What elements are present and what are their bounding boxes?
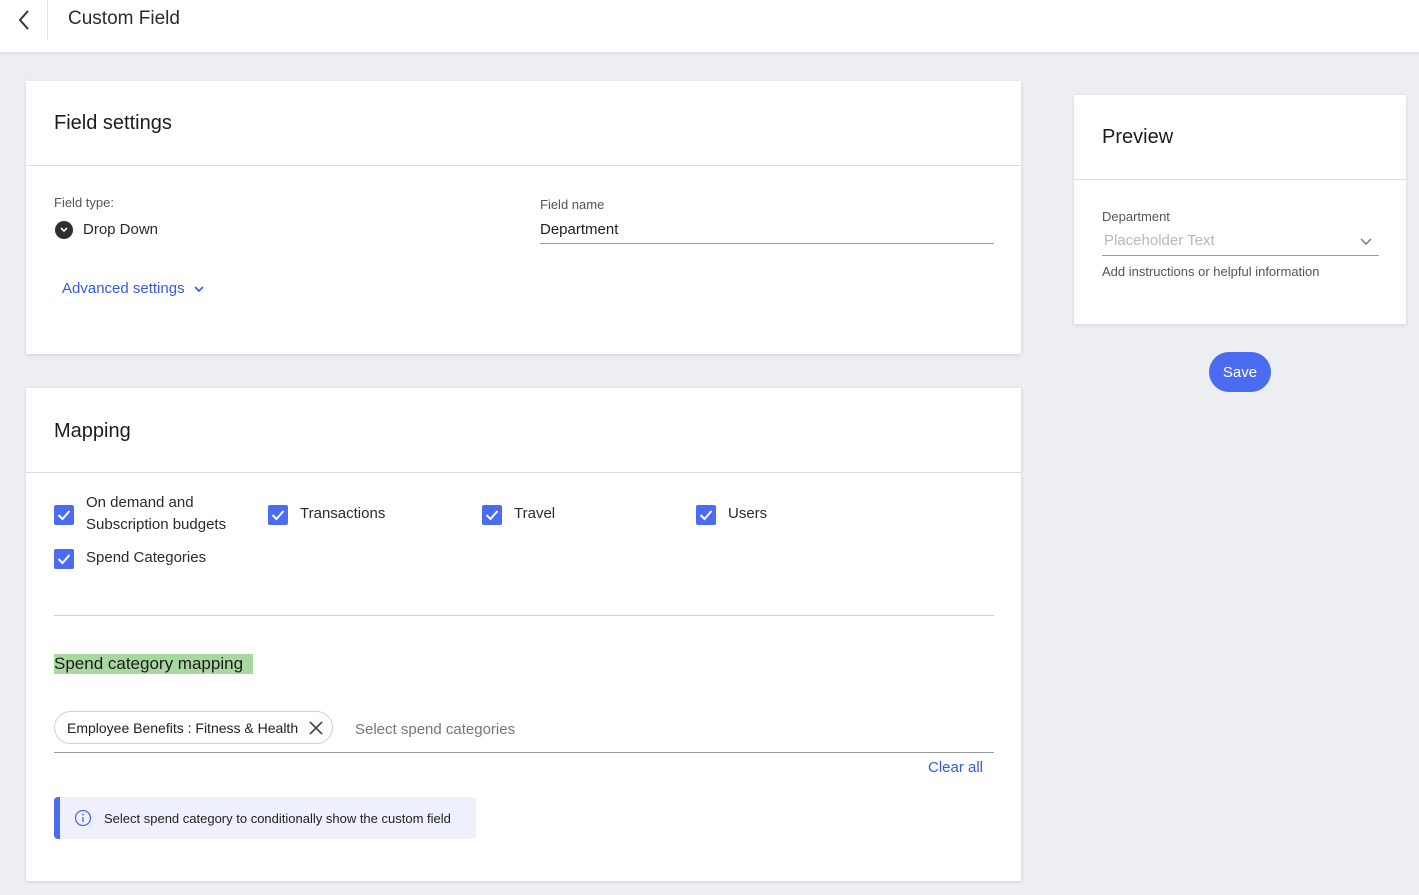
clear-all-link[interactable]: Clear all bbox=[928, 759, 983, 776]
advanced-settings-toggle[interactable]: Advanced settings bbox=[62, 280, 205, 297]
mapping-header: Mapping bbox=[26, 388, 1021, 473]
chevron-down-icon bbox=[1360, 238, 1372, 246]
advanced-settings-label: Advanced settings bbox=[62, 280, 185, 297]
checkbox-budgets[interactable] bbox=[54, 505, 74, 525]
checkbox-travel-label: Travel bbox=[514, 505, 556, 522]
back-button[interactable] bbox=[0, 0, 48, 40]
remove-chip-button[interactable] bbox=[308, 720, 324, 736]
chip-label: Employee Benefits : Fitness & Health bbox=[67, 719, 299, 736]
checkbox-travel[interactable] bbox=[482, 505, 502, 525]
checkbox-transactions-label: Transactions bbox=[300, 505, 386, 522]
field-name-input[interactable]: Department bbox=[540, 221, 994, 244]
save-button[interactable]: Save bbox=[1209, 352, 1271, 392]
info-icon bbox=[74, 809, 92, 827]
chevron-left-icon bbox=[18, 10, 29, 30]
checkbox-transactions[interactable] bbox=[268, 505, 288, 525]
page-title: Custom Field bbox=[68, 8, 180, 29]
check-icon bbox=[57, 554, 71, 565]
preview-field-label: Department bbox=[1102, 209, 1170, 224]
field-type-label: Field type: bbox=[54, 195, 114, 210]
check-icon bbox=[57, 510, 71, 521]
spend-category-mapping-title: Spend category mapping bbox=[54, 654, 254, 674]
check-icon bbox=[485, 510, 499, 521]
spend-category-multiselect[interactable]: Employee Benefits : Fitness & Health bbox=[54, 710, 994, 753]
field-name-label: Field name bbox=[540, 197, 605, 212]
checkbox-users[interactable] bbox=[696, 505, 716, 525]
spend-category-search-input[interactable] bbox=[355, 718, 755, 740]
field-settings-title: Field settings bbox=[54, 112, 172, 134]
field-settings-card: Field settings Field type: Drop Down Fie… bbox=[26, 81, 1021, 354]
checkbox-budgets-label: On demand and Subscription budgets bbox=[86, 494, 227, 533]
mapping-card: Mapping On demand and Subscription budge… bbox=[26, 388, 1021, 881]
checkbox-spend-categories[interactable] bbox=[54, 549, 74, 569]
field-name-value: Department bbox=[540, 221, 619, 238]
preview-card: Preview Department Placeholder Text Add … bbox=[1074, 95, 1406, 324]
check-icon bbox=[271, 510, 285, 521]
checkbox-users-label: Users bbox=[728, 505, 768, 522]
selected-category-chip: Employee Benefits : Fitness & Health bbox=[54, 711, 334, 744]
preview-placeholder: Placeholder Text bbox=[1104, 232, 1215, 249]
preview-helper-text: Add instructions or helpful information bbox=[1102, 264, 1320, 279]
preview-title: Preview bbox=[1102, 126, 1174, 148]
field-type-value: Drop Down bbox=[83, 221, 159, 238]
close-icon bbox=[309, 720, 323, 735]
info-banner: Select spend category to conditionally s… bbox=[54, 797, 476, 839]
check-icon bbox=[699, 510, 713, 521]
preview-header: Preview bbox=[1074, 95, 1406, 180]
top-bar: Custom Field bbox=[0, 0, 1419, 52]
chevron-down-icon bbox=[60, 227, 68, 233]
field-settings-header: Field settings bbox=[26, 81, 1021, 166]
info-text: Select spend category to conditionally s… bbox=[104, 810, 451, 826]
preview-dropdown[interactable]: Placeholder Text bbox=[1102, 230, 1379, 256]
checkbox-spend-categories-label: Spend Categories bbox=[86, 549, 207, 566]
mapping-title: Mapping bbox=[54, 420, 131, 442]
field-type-radio[interactable] bbox=[55, 221, 73, 239]
chevron-down-icon bbox=[194, 285, 204, 292]
mapping-divider bbox=[54, 615, 994, 616]
